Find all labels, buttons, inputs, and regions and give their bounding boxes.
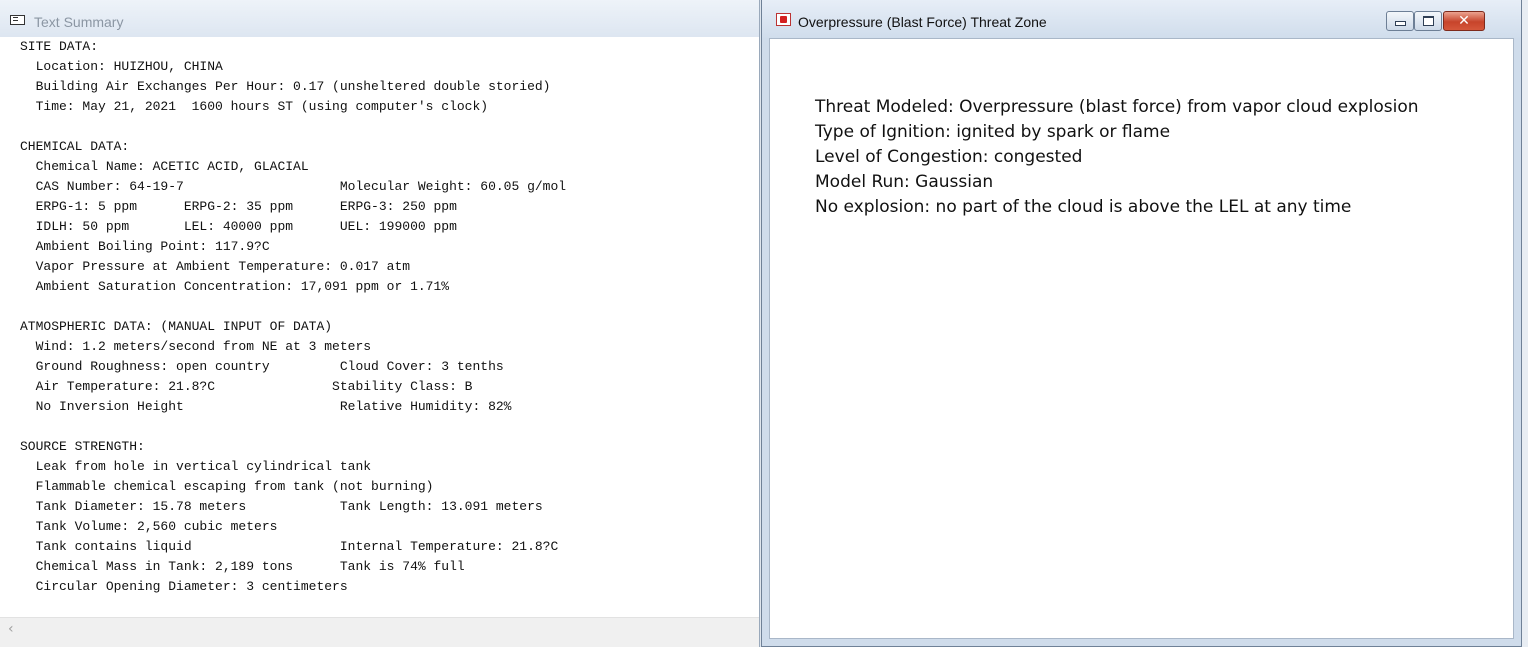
- summary-line: Tank contains liquid Internal Temperatur…: [20, 539, 559, 554]
- summary-line: IDLH: 50 ppm LEL: 40000 ppm UEL: 199000 …: [20, 219, 457, 234]
- summary-line: No Inversion Height Relative Humidity: 8…: [20, 399, 512, 414]
- threat-line: Level of Congestion: congested: [815, 147, 1083, 167]
- summary-line: Ambient Saturation Concentration: 17,091…: [20, 279, 450, 294]
- maximize-button[interactable]: [1414, 11, 1442, 31]
- summary-line: Leak from hole in vertical cylindrical t…: [20, 459, 372, 474]
- text-summary-window: Text Summary SITE DATA: Location: HUIZHO…: [0, 0, 760, 647]
- close-button[interactable]: ✕: [1443, 11, 1485, 31]
- scroll-left-arrow-icon[interactable]: ‹: [8, 621, 14, 637]
- horizontal-scrollbar[interactable]: ‹: [0, 617, 759, 647]
- summary-line: CAS Number: 64-19-7 Molecular Weight: 60…: [20, 179, 567, 194]
- summary-line: Location: HUIZHOU, CHINA: [20, 59, 223, 74]
- summary-line: Chemical Mass in Tank: 2,189 tons Tank i…: [20, 559, 465, 574]
- summary-line: Tank Diameter: 15.78 meters Tank Length:…: [20, 499, 543, 514]
- minimize-button[interactable]: [1386, 11, 1414, 31]
- threat-zone-titlebar[interactable]: Overpressure (Blast Force) Threat Zone ✕: [762, 0, 1521, 38]
- summary-line: Chemical Name: ACETIC ACID, GLACIAL: [20, 159, 309, 174]
- summary-line: ATMOSPHERIC DATA: (MANUAL INPUT OF DATA): [20, 319, 333, 334]
- minimize-icon: [1394, 21, 1406, 26]
- threat-line: No explosion: no part of the cloud is ab…: [815, 197, 1352, 217]
- summary-line: ERPG-1: 5 ppm ERPG-2: 35 ppm ERPG-3: 250…: [20, 199, 457, 214]
- threat-zone-window: Overpressure (Blast Force) Threat Zone ✕…: [761, 0, 1522, 647]
- threat-line: Model Run: Gaussian: [815, 172, 994, 192]
- aloha-app-icon: [776, 13, 791, 26]
- summary-line: SOURCE STRENGTH:: [20, 439, 145, 454]
- text-summary-title: Text Summary: [34, 14, 124, 30]
- maximize-icon: [1422, 16, 1434, 26]
- text-window-icon: [10, 15, 25, 25]
- text-summary-titlebar[interactable]: Text Summary: [0, 0, 759, 37]
- summary-line: Tank Volume: 2,560 cubic meters: [20, 519, 278, 534]
- summary-line: Vapor Pressure at Ambient Temperature: 0…: [20, 259, 411, 274]
- threat-line: Type of Ignition: ignited by spark or fl…: [815, 122, 1171, 142]
- summary-line: Circular Opening Diameter: 3 centimeters: [20, 579, 348, 594]
- summary-line: SITE DATA:: [20, 39, 99, 54]
- summary-line: Wind: 1.2 meters/second from NE at 3 met…: [20, 339, 372, 354]
- close-icon: ✕: [1458, 13, 1470, 29]
- summary-line: CHEMICAL DATA:: [20, 139, 130, 154]
- text-summary-content: SITE DATA: Location: HUIZHOU, CHINA Buil…: [20, 37, 566, 597]
- summary-line: Flammable chemical escaping from tank (n…: [20, 479, 434, 494]
- background-window-edge: [1522, 0, 1528, 647]
- summary-line: Ambient Boiling Point: 117.9?C: [20, 239, 270, 254]
- summary-line: Building Air Exchanges Per Hour: 0.17 (u…: [20, 79, 551, 94]
- threat-line: Threat Modeled: Overpressure (blast forc…: [815, 97, 1419, 117]
- threat-summary: Threat Modeled: Overpressure (blast forc…: [815, 95, 1419, 220]
- threat-zone-title: Overpressure (Blast Force) Threat Zone: [798, 14, 1047, 30]
- summary-line: Air Temperature: 21.8?C Stability Class:…: [20, 379, 473, 394]
- summary-line: Time: May 21, 2021 1600 hours ST (using …: [20, 99, 489, 114]
- summary-line: Ground Roughness: open country Cloud Cov…: [20, 359, 504, 374]
- threat-zone-client-area: Threat Modeled: Overpressure (blast forc…: [769, 38, 1514, 639]
